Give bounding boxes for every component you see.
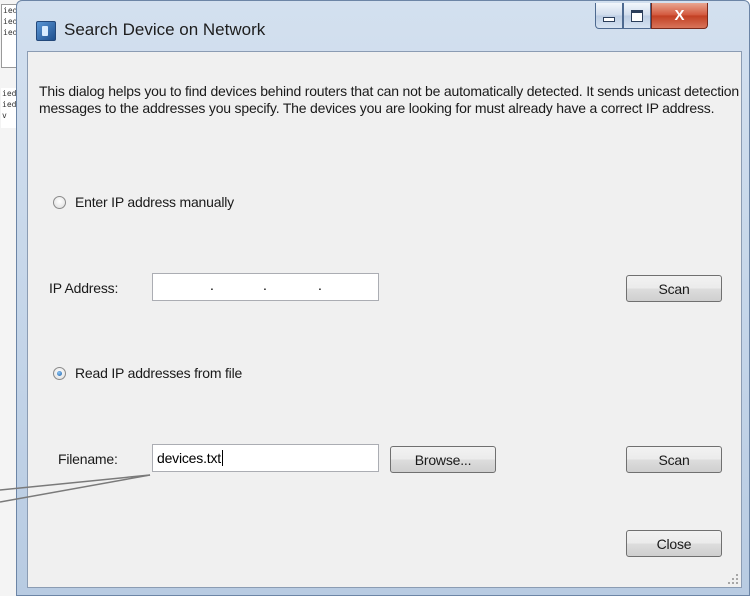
resize-grip-icon[interactable] [727, 573, 739, 585]
maximize-icon [631, 9, 643, 22]
filename-field[interactable]: devices.txt [152, 444, 379, 472]
minimize-button[interactable] [595, 3, 623, 29]
maximize-button[interactable] [623, 3, 651, 29]
close-button[interactable]: Close [626, 530, 722, 557]
manual-ip-radio[interactable] [53, 196, 66, 209]
manual-ip-radio-label[interactable]: Enter IP address manually [75, 194, 234, 210]
minimize-icon [603, 17, 615, 22]
app-icon [36, 21, 56, 41]
text-cursor [221, 450, 223, 466]
ip-separator: . [210, 277, 214, 293]
filename-label: Filename: [58, 451, 118, 467]
search-device-dialog: Search Device on Network X This dialog h… [16, 0, 750, 596]
read-file-radio[interactable] [53, 367, 66, 380]
ip-address-label: IP Address: [49, 280, 119, 296]
filename-value: devices.txt [157, 450, 221, 466]
description-text: This dialog helps you to find devices be… [39, 83, 739, 116]
close-window-button[interactable]: X [651, 3, 708, 29]
dialog-content: This dialog helps you to find devices be… [27, 51, 742, 588]
ip-address-field[interactable]: . . . [152, 273, 379, 301]
ip-separator: . [318, 277, 322, 293]
read-file-radio-label[interactable]: Read IP addresses from file [75, 365, 242, 381]
window-title: Search Device on Network [64, 20, 266, 39]
scan-file-button[interactable]: Scan [626, 446, 722, 473]
ip-separator: . [263, 277, 267, 293]
browse-button[interactable]: Browse... [390, 446, 496, 473]
scan-ip-button[interactable]: Scan [626, 275, 722, 302]
close-icon: X [674, 7, 685, 24]
